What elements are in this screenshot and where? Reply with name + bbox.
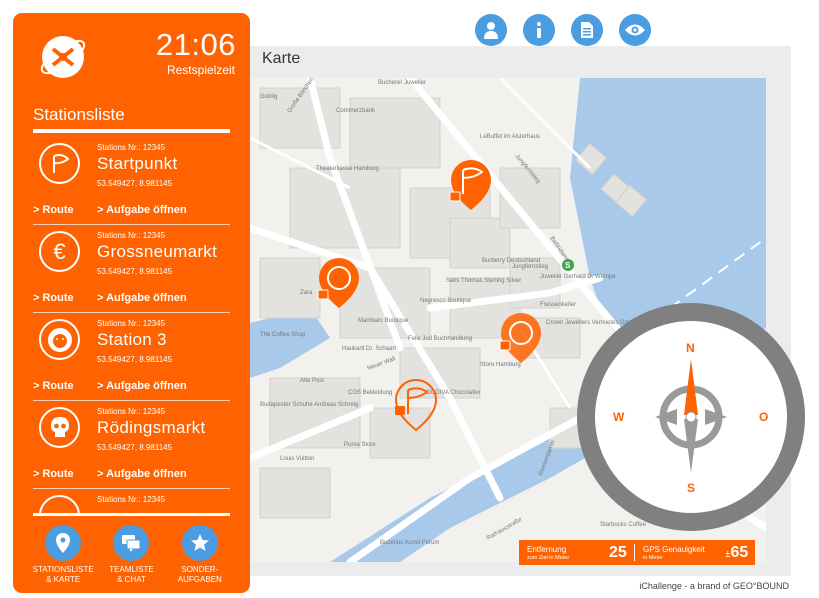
- map-label-zara: Zara: [300, 290, 313, 296]
- nav-special-tasks-label: SONDER- AUFGABEN: [177, 565, 222, 584]
- station-number: Stations Nr.: 12345: [97, 407, 166, 416]
- map-pin-icon: [56, 533, 71, 553]
- station-number: Stations Nr.: 12345: [97, 495, 166, 504]
- map-label-kunst: Bucerius Kunst Forum: [380, 540, 439, 546]
- station-name: Rödingsmarkt: [97, 418, 206, 437]
- user-icon: [484, 22, 498, 39]
- station-name: Grossneumarkt: [97, 242, 218, 261]
- map-label-bucherer: Bucherer Juwelier: [378, 80, 426, 86]
- lion-icon: [39, 319, 80, 360]
- open-task-link[interactable]: > Aufgabe öffnen: [97, 204, 187, 216]
- map-label-coffee: The Coffee Shop: [260, 332, 306, 338]
- station-item: Stations Nr.: 12345 Station 3 53.549427,…: [33, 313, 230, 401]
- eye-button[interactable]: [619, 14, 651, 46]
- route-link[interactable]: > Route: [33, 204, 74, 216]
- info-icon: [537, 22, 541, 38]
- logo-icon: [40, 36, 86, 78]
- star-icon: [190, 534, 209, 551]
- map-label-saks: Saks Thomas Sterling Silver: [446, 278, 521, 284]
- station-list-underline: [33, 129, 230, 133]
- top-toolbar: [475, 14, 651, 46]
- flag-icon: [39, 143, 80, 184]
- compass-w: W: [613, 410, 625, 424]
- euro-icon: €: [39, 231, 80, 272]
- compass: N S W O: [577, 303, 805, 531]
- compass-s: S: [687, 481, 695, 495]
- map-label-alte-post: Alte Post: [300, 378, 324, 384]
- map-label-budapester: Budapester Schuhe Andreas Schreig: [260, 402, 358, 408]
- nav-station-list-button[interactable]: [45, 525, 82, 561]
- open-task-link[interactable]: > Aufgabe öffnen: [97, 468, 187, 480]
- map-label-puma: Puma Store: [344, 442, 376, 448]
- station-coords: 53.549427, 8.981145: [97, 355, 173, 364]
- user-button[interactable]: [475, 14, 507, 46]
- station-list-bottom-line: [33, 513, 230, 516]
- eye-icon: [625, 24, 645, 36]
- nav-team-chat-label: TEAMLISTE & CHAT: [109, 565, 154, 584]
- station-coords: 53.549427, 8.981145: [97, 267, 173, 276]
- skull-icon: [39, 407, 80, 448]
- nav-station-list-label: STATIONSLISTE & KARTE: [32, 565, 94, 584]
- document-icon: [581, 22, 593, 38]
- map-label-theaterkasse: Theaterkasse Hamburg: [316, 166, 379, 172]
- station-number: Stations Nr.: 12345: [97, 143, 166, 152]
- info-button[interactable]: [523, 14, 555, 46]
- map-label-negresco: Negresco Boutique: [420, 298, 472, 304]
- map-label-store-hamburg: Store Hamburg: [480, 362, 521, 368]
- station-name: Startpunkt: [97, 154, 178, 173]
- map-label-leobuffet: LeBuffet im Alsterhaus: [480, 134, 540, 140]
- bottom-nav: STATIONSLISTE & KARTE TEAMLISTE & CHAT SON…: [13, 525, 250, 593]
- station-number: Stations Nr.: 12345: [97, 231, 166, 240]
- map-label-felix-jud: Felix Jud Buchhandlung: [408, 336, 472, 342]
- station-number: Stations Nr.: 12345: [97, 319, 166, 328]
- map-label-fressenkeller: Fressenkeller: [540, 302, 576, 308]
- map-label-hauschildt: Haukarlt Dr. Schaart: [342, 346, 396, 352]
- map-label-commerzbank: Commerzbank: [336, 108, 376, 114]
- station-item: Stations Nr.: 12345: [33, 489, 230, 513]
- route-link[interactable]: > Route: [33, 468, 74, 480]
- chat-icon: [122, 535, 141, 552]
- open-task-link[interactable]: > Aufgabe öffnen: [97, 292, 187, 304]
- gps-label: GPS Genauigkeit in Meter: [643, 545, 705, 561]
- map-label-cos: COS Bekleidung: [348, 390, 392, 396]
- info-bar-divider: [634, 544, 635, 561]
- svg-text:S: S: [565, 261, 571, 270]
- station-list[interactable]: Stations Nr.: 12345 Startpunkt 53.549427…: [33, 137, 230, 513]
- map-label-rathausstrasse: Rathausstraße: [486, 517, 524, 542]
- nav-station-list[interactable]: STATIONSLISTE & KARTE: [32, 525, 94, 593]
- nav-special-tasks-button[interactable]: [181, 525, 218, 561]
- open-task-link[interactable]: > Aufgabe öffnen: [97, 380, 187, 392]
- nav-team-chat-button[interactable]: [113, 525, 150, 561]
- station-item: Stations Nr.: 12345 Rödingsmarkt 53.5494…: [33, 401, 230, 489]
- distance-value: 25: [609, 544, 627, 561]
- map-label-mambarc: Mambarc Boutique: [358, 318, 409, 324]
- document-button[interactable]: [571, 14, 603, 46]
- route-link[interactable]: > Route: [33, 292, 74, 304]
- footer-brand: iChallenge - a brand of GEO°BOUND: [639, 581, 789, 591]
- map-label-neuer-wall: Neuer Wall: [367, 356, 397, 372]
- map-label-wempe: Juwelier Gerhard D. Wempe: [540, 274, 616, 280]
- remaining-time: 21:06: [155, 27, 236, 62]
- station-list-title: Stationsliste: [33, 105, 125, 124]
- station-coords: 53.549427, 8.981145: [97, 179, 173, 188]
- map-title: Karte: [262, 50, 301, 67]
- gps-value: ±65: [725, 544, 749, 561]
- flag-icon: [39, 495, 80, 513]
- map-label-goldig: Goldig: [260, 94, 277, 100]
- station-item: Stations Nr.: 12345 Startpunkt 53.549427…: [33, 137, 230, 225]
- remaining-time-label: Restspielzeit: [166, 63, 235, 77]
- sidebar: 21:06 Restspielzeit Stationsliste Statio…: [13, 13, 250, 593]
- compass-o: O: [759, 410, 768, 424]
- station-coords: 53.549427, 8.981145: [97, 443, 173, 452]
- compass-n: N: [686, 341, 695, 355]
- map-label-louis-vuitton: Louis Vuitton: [280, 456, 314, 462]
- station-item: € Stations Nr.: 12345 Grossneumarkt 53.5…: [33, 225, 230, 313]
- distance-label: Entfernung zum Ziel in Meter: [527, 545, 570, 561]
- nav-special-tasks[interactable]: SONDER- AUFGABEN: [169, 525, 231, 593]
- info-bar: Entfernung zum Ziel in Meter 25 GPS Gena…: [519, 540, 755, 565]
- map-label-jungfernstieg-s: Jungfernstieg: [512, 264, 548, 270]
- station-name: Station 3: [97, 330, 167, 349]
- nav-team-chat[interactable]: TEAMLISTE & CHAT: [100, 525, 162, 593]
- route-link[interactable]: > Route: [33, 380, 74, 392]
